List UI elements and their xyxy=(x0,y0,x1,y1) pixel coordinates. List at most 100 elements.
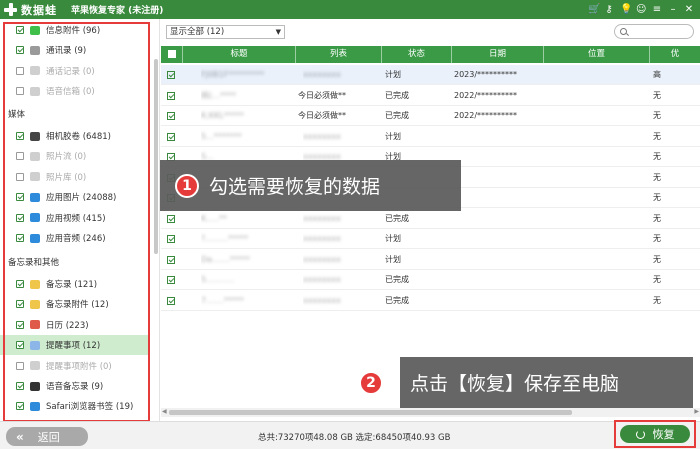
cell-status: 计划 xyxy=(385,254,401,264)
cell-title: FJ0B1F********* xyxy=(201,70,265,79)
col-priority[interactable]: 优 xyxy=(650,46,700,63)
table-row[interactable]: K.....** 已完成 无 xxxxxxxx xyxy=(161,209,700,229)
table-row[interactable]: 5........... 已完成 无 xxxxxxxx xyxy=(161,270,700,290)
menu-icon[interactable]: ≡ xyxy=(652,3,662,16)
cell-list-redacted: xxxxxxxx xyxy=(303,254,341,264)
search-input[interactable] xyxy=(614,24,694,39)
recover-button[interactable]: 恢复 xyxy=(620,425,690,443)
cell-status: 已完成 xyxy=(385,111,409,120)
row-checkbox[interactable] xyxy=(167,112,175,120)
cell-list-redacted: xxxxxxxx xyxy=(303,234,341,243)
key-icon[interactable]: ⚷ xyxy=(604,3,614,16)
cell-date xyxy=(454,209,544,229)
row-checkbox[interactable] xyxy=(167,214,175,223)
cell-list-redacted: xxxxxxxx xyxy=(303,275,341,284)
cell-date: 2022/********** xyxy=(454,90,518,100)
header-select-all[interactable] xyxy=(161,46,183,63)
col-location[interactable]: 位置 xyxy=(544,46,650,63)
close-icon[interactable]: ✕ xyxy=(684,3,694,16)
chat-icon[interactable]: ☺ xyxy=(636,3,646,16)
cell-status: 已完成 xyxy=(385,213,409,223)
cell-title: Da.......***** xyxy=(201,254,250,264)
recover-icon xyxy=(635,429,645,439)
cell-pri: 高 xyxy=(653,70,661,79)
recover-label: 恢复 xyxy=(652,428,675,441)
select-all-checkbox[interactable] xyxy=(167,50,176,58)
cell-loc xyxy=(546,270,646,290)
cell-pri: 无 xyxy=(653,131,661,141)
table-row[interactable]: 5...******* 计划 无 xxxxxxxx xyxy=(161,127,700,147)
col-title[interactable]: 标题 xyxy=(183,46,296,63)
tip-step-1: 1 勾选需要恢复的数据 xyxy=(160,160,461,211)
tip-step-2: 点击【恢复】保存至电脑 xyxy=(400,357,693,408)
window-controls: 🛒 ⚷ 💡 ☺ ≡ – ✕ xyxy=(588,3,694,16)
cell-loc xyxy=(546,86,646,106)
chevron-down-icon: ▼ xyxy=(275,28,281,36)
scroll-right-icon[interactable]: ▶ xyxy=(694,408,699,415)
table-row[interactable]: Da.......***** 计划 无 xxxxxxxx xyxy=(161,250,700,270)
cell-loc xyxy=(546,168,646,188)
cell-status: 已完成 xyxy=(385,295,409,305)
col-date[interactable]: 日期 xyxy=(452,46,544,63)
table-row[interactable]: FJ0B1F********* 计划 2023/********** 高 xxxxxxx… xyxy=(161,65,700,85)
lightbulb-icon[interactable]: 💡 xyxy=(620,3,632,16)
cell-date xyxy=(454,270,544,290)
cell-status: 计划 xyxy=(385,234,401,243)
brand-name: 数据蛙 xyxy=(21,3,57,17)
col-list[interactable]: 列表 xyxy=(296,46,382,63)
row-checkbox[interactable] xyxy=(167,71,175,79)
cell-pri: 无 xyxy=(653,90,661,100)
table-header: 标题 列表 状态 日期 位置 优 xyxy=(161,46,700,63)
cell-pri: 无 xyxy=(653,295,661,305)
cell-pri: 无 xyxy=(653,213,661,223)
cell-title: 桃(…**** xyxy=(201,90,237,100)
table-row[interactable]: K;KKL***** 今日必须做** 已完成 2022/********** 无 xyxy=(161,106,700,126)
cell-pri: 无 xyxy=(653,111,661,120)
step-2-text: 点击【恢复】保存至电脑 xyxy=(410,373,620,395)
row-checkbox[interactable] xyxy=(167,255,175,264)
cell-date xyxy=(454,250,544,270)
table-row[interactable]: 7.......***** 已完成 无 xxxxxxxx xyxy=(161,291,700,311)
back-button[interactable]: « 返回 xyxy=(6,427,88,446)
cell-list: 今日必须做** xyxy=(298,111,346,120)
filter-value: 显示全部 (12) xyxy=(170,27,225,37)
row-checkbox[interactable] xyxy=(167,91,175,100)
cell-loc xyxy=(546,147,646,167)
scroll-thumb[interactable] xyxy=(169,410,572,415)
col-status[interactable]: 状态 xyxy=(382,46,452,63)
selection-stats: 总共:73270项48.08 GB 选定:68450项40.93 GB xyxy=(258,433,451,443)
row-checkbox[interactable] xyxy=(167,296,175,305)
app-title: 苹果恢复专家 (未注册) xyxy=(71,6,164,16)
row-checkbox[interactable] xyxy=(167,276,175,284)
cell-status: 计划 xyxy=(385,131,401,141)
cell-title: K;KKL***** xyxy=(201,111,244,120)
scroll-left-icon[interactable]: ◀ xyxy=(162,408,167,415)
cell-pri: 无 xyxy=(653,193,661,202)
step-1-badge: 1 xyxy=(175,173,199,198)
minimize-icon[interactable]: – xyxy=(668,3,678,16)
cell-pri: 无 xyxy=(653,172,661,182)
sidebar-scrollbar[interactable] xyxy=(154,59,158,254)
cell-title: 7.......***** xyxy=(201,295,244,305)
double-chevron-left-icon: « xyxy=(16,429,24,444)
cart-icon[interactable]: 🛒 xyxy=(588,3,600,16)
back-label: 返回 xyxy=(37,430,60,444)
cell-status: 已完成 xyxy=(385,90,409,100)
cell-pri: 无 xyxy=(653,152,661,161)
filter-dropdown[interactable]: 显示全部 (12) ▼ xyxy=(166,25,285,39)
cell-date: 2022/********** xyxy=(454,111,518,120)
row-checkbox[interactable] xyxy=(167,132,175,141)
table-row[interactable]: 桃(…**** 今日必须做** 已完成 2022/********** 无 xyxy=(161,86,700,106)
cell-date xyxy=(454,127,544,147)
cell-date xyxy=(454,147,544,167)
cell-date xyxy=(454,168,544,188)
footer-bar: « 返回 总共:73270项48.08 GB 选定:68450项40.93 GB xyxy=(0,421,700,449)
row-checkbox[interactable] xyxy=(167,235,175,243)
cell-loc xyxy=(546,106,646,126)
cell-date xyxy=(454,188,544,208)
cell-date xyxy=(454,291,544,311)
cell-title: ?.........***** xyxy=(201,234,249,243)
tip-step-2-wrap: 2 点击【恢复】保存至电脑 xyxy=(350,357,693,408)
table-row[interactable]: ?.........***** 计划 无 xxxxxxxx xyxy=(161,229,700,249)
horizontal-scrollbar[interactable]: ◀ ▶ xyxy=(161,408,700,417)
